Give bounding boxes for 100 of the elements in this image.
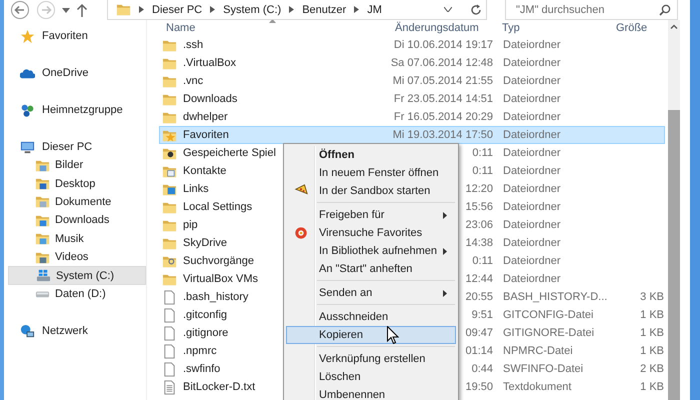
column-header[interactable]: Name bbox=[161, 22, 386, 34]
column-header[interactable]: Änderungsdatum bbox=[390, 22, 490, 34]
menu-item[interactable]: Virensuche Favorites bbox=[286, 224, 456, 242]
back-button[interactable] bbox=[10, 0, 30, 20]
scrollbar[interactable] bbox=[668, 20, 680, 400]
menu-item[interactable]: Senden an bbox=[286, 284, 456, 302]
folder-icon bbox=[35, 231, 50, 246]
sort-caret-icon bbox=[269, 20, 276, 23]
file-name: BitLocker-D.txt bbox=[183, 381, 256, 393]
column-header[interactable]: Größe bbox=[608, 22, 663, 34]
caret-down-icon[interactable] bbox=[444, 7, 452, 12]
sidebar-item[interactable]: Dieser PC bbox=[8, 138, 146, 156]
date-cell: Mi 07.05.2014 21:55 bbox=[392, 75, 493, 87]
file-name: Links bbox=[183, 183, 209, 195]
type-cell-text: Dateiordner bbox=[502, 129, 562, 141]
menu-item[interactable]: Freigeben für bbox=[286, 206, 456, 224]
file-name: .npmrc bbox=[183, 345, 217, 357]
address-bar[interactable]: Dieser PC System (C:) Benutzer JM bbox=[107, 0, 487, 20]
sidebar-item[interactable]: Desktop bbox=[8, 174, 146, 193]
menu-item[interactable]: In neuem Fenster öffnen bbox=[286, 164, 456, 182]
menu-item[interactable]: Öffnen bbox=[286, 146, 456, 164]
date-cell: 0:11 bbox=[472, 255, 493, 267]
sidebar-item[interactable]: Heimnetzgruppe bbox=[8, 101, 146, 119]
type-cell-text: Dateiordner bbox=[502, 93, 562, 105]
sidebar-item[interactable]: Videos bbox=[8, 248, 146, 266]
menu-item[interactable]: Löschen bbox=[286, 368, 456, 386]
date-cell: 12:44 bbox=[465, 273, 493, 285]
file-name: Suchvorgänge bbox=[183, 255, 254, 267]
sidebar-item[interactable]: Musik bbox=[8, 230, 146, 248]
date-cell: Sa 07.06.2014 12:48 bbox=[390, 57, 493, 69]
size-cell-text: 1 KB bbox=[639, 309, 664, 321]
sidebar-item[interactable]: Downloads bbox=[8, 211, 146, 230]
file-name: .vnc bbox=[183, 75, 204, 87]
menu-item[interactable]: Umbenennen bbox=[286, 386, 456, 400]
menu-item[interactable]: Ausschneiden bbox=[286, 308, 456, 326]
column-header[interactable]: Typ bbox=[494, 22, 604, 34]
date-cell: 09:47 bbox=[465, 327, 493, 339]
sidebar-item[interactable]: Daten (D:) bbox=[8, 284, 146, 304]
date-cell: 15:56 bbox=[465, 201, 493, 213]
type-cell-text: Dateiordner bbox=[502, 57, 562, 69]
menu-item[interactable]: In der Sandbox starten bbox=[286, 182, 456, 200]
sidebar-item[interactable]: Netzwerk bbox=[8, 322, 146, 340]
breadcrumb-item[interactable]: Dieser PC bbox=[152, 4, 202, 16]
star-icon bbox=[20, 28, 35, 44]
type-cell-text: Dateiordner bbox=[502, 183, 562, 195]
type-cell-text: BASH_HISTORY-D... bbox=[502, 291, 605, 303]
type-cell-text: Dateiordner bbox=[502, 39, 562, 51]
type-cell-text: Dateiordner bbox=[502, 201, 562, 213]
folder-icon bbox=[116, 2, 131, 17]
type-cell-text: Dateiordner bbox=[502, 273, 562, 285]
chevron-right-icon bbox=[210, 6, 216, 13]
file-name: pip bbox=[183, 219, 198, 231]
computer-icon bbox=[20, 140, 35, 154]
size-cell-text: 1 KB bbox=[639, 327, 664, 339]
date-cell: Mi 19.03.2014 17:50 bbox=[392, 129, 493, 141]
breadcrumb-item[interactable]: JM bbox=[367, 4, 382, 16]
sidebar-item[interactable]: Favoriten bbox=[8, 27, 146, 45]
scrollbar-thumb[interactable] bbox=[668, 110, 680, 400]
breadcrumb-item[interactable]: System (C:) bbox=[223, 4, 282, 16]
refresh-icon[interactable] bbox=[470, 4, 482, 16]
file-name: Gespeicherte Spiel bbox=[183, 147, 276, 159]
type-cell-text: GITCONFIG-Datei bbox=[502, 309, 594, 321]
file-name: dwhelper bbox=[183, 111, 228, 123]
scan-circle-icon bbox=[294, 226, 308, 240]
file-icon bbox=[162, 308, 177, 322]
sidebar-item[interactable]: Bilder bbox=[8, 156, 146, 174]
date-cell: Fr 23.05.2014 14:51 bbox=[394, 93, 493, 105]
type-cell-text: Dateiordner bbox=[502, 75, 562, 87]
sidebar-item[interactable]: OneDrive bbox=[8, 64, 146, 82]
sidebar-item[interactable]: Dokumente bbox=[8, 192, 146, 212]
file-icon bbox=[162, 326, 177, 340]
date-cell: Di 10.06.2014 19:17 bbox=[394, 39, 493, 51]
type-cell-text: Dateiordner bbox=[502, 165, 562, 177]
search-field[interactable]: "JM" durchsuchen bbox=[505, 0, 678, 20]
type-cell-text: Dateiordner bbox=[502, 255, 562, 267]
up-arrow-button[interactable] bbox=[76, 3, 88, 17]
size-cell-text: 1 KB bbox=[639, 381, 664, 393]
menu-item[interactable]: Verknüpfung erstellen bbox=[286, 350, 456, 368]
date-cell: 9:51 bbox=[472, 309, 493, 321]
type-cell-text: Dateiordner bbox=[502, 219, 562, 231]
menu-item[interactable]: In Bibliothek aufnehmen bbox=[286, 242, 456, 260]
caret-down-icon[interactable] bbox=[62, 8, 70, 12]
size-cell-text: 2 KB bbox=[639, 363, 664, 375]
chevron-right-icon bbox=[139, 6, 144, 13]
type-cell-text: Textdokument bbox=[502, 381, 572, 393]
chevron-right-icon bbox=[289, 6, 294, 13]
file-name: .gitignore bbox=[183, 327, 228, 339]
menu-item[interactable]: Kopieren bbox=[286, 326, 456, 344]
menu-item[interactable]: An "Start" anheften bbox=[286, 260, 456, 278]
file-name: VirtualBox VMs bbox=[183, 273, 258, 285]
file-name: Downloads bbox=[183, 93, 238, 105]
selected-row-highlight[interactable]: Favoriten Mi 19.03.2014 17:50 Dateiordner bbox=[159, 126, 665, 144]
file-name: Kontakte bbox=[183, 165, 226, 177]
breadcrumb-item[interactable]: Benutzer bbox=[302, 4, 346, 16]
date-cell: 0:44 bbox=[472, 363, 493, 375]
sidebar-item[interactable]: System (C:) bbox=[8, 266, 146, 285]
date-cell: 0:11 bbox=[472, 147, 493, 159]
file-icon bbox=[162, 362, 177, 376]
drive-icon bbox=[36, 268, 51, 284]
type-cell-text: NPMRC-Datei bbox=[502, 345, 574, 357]
